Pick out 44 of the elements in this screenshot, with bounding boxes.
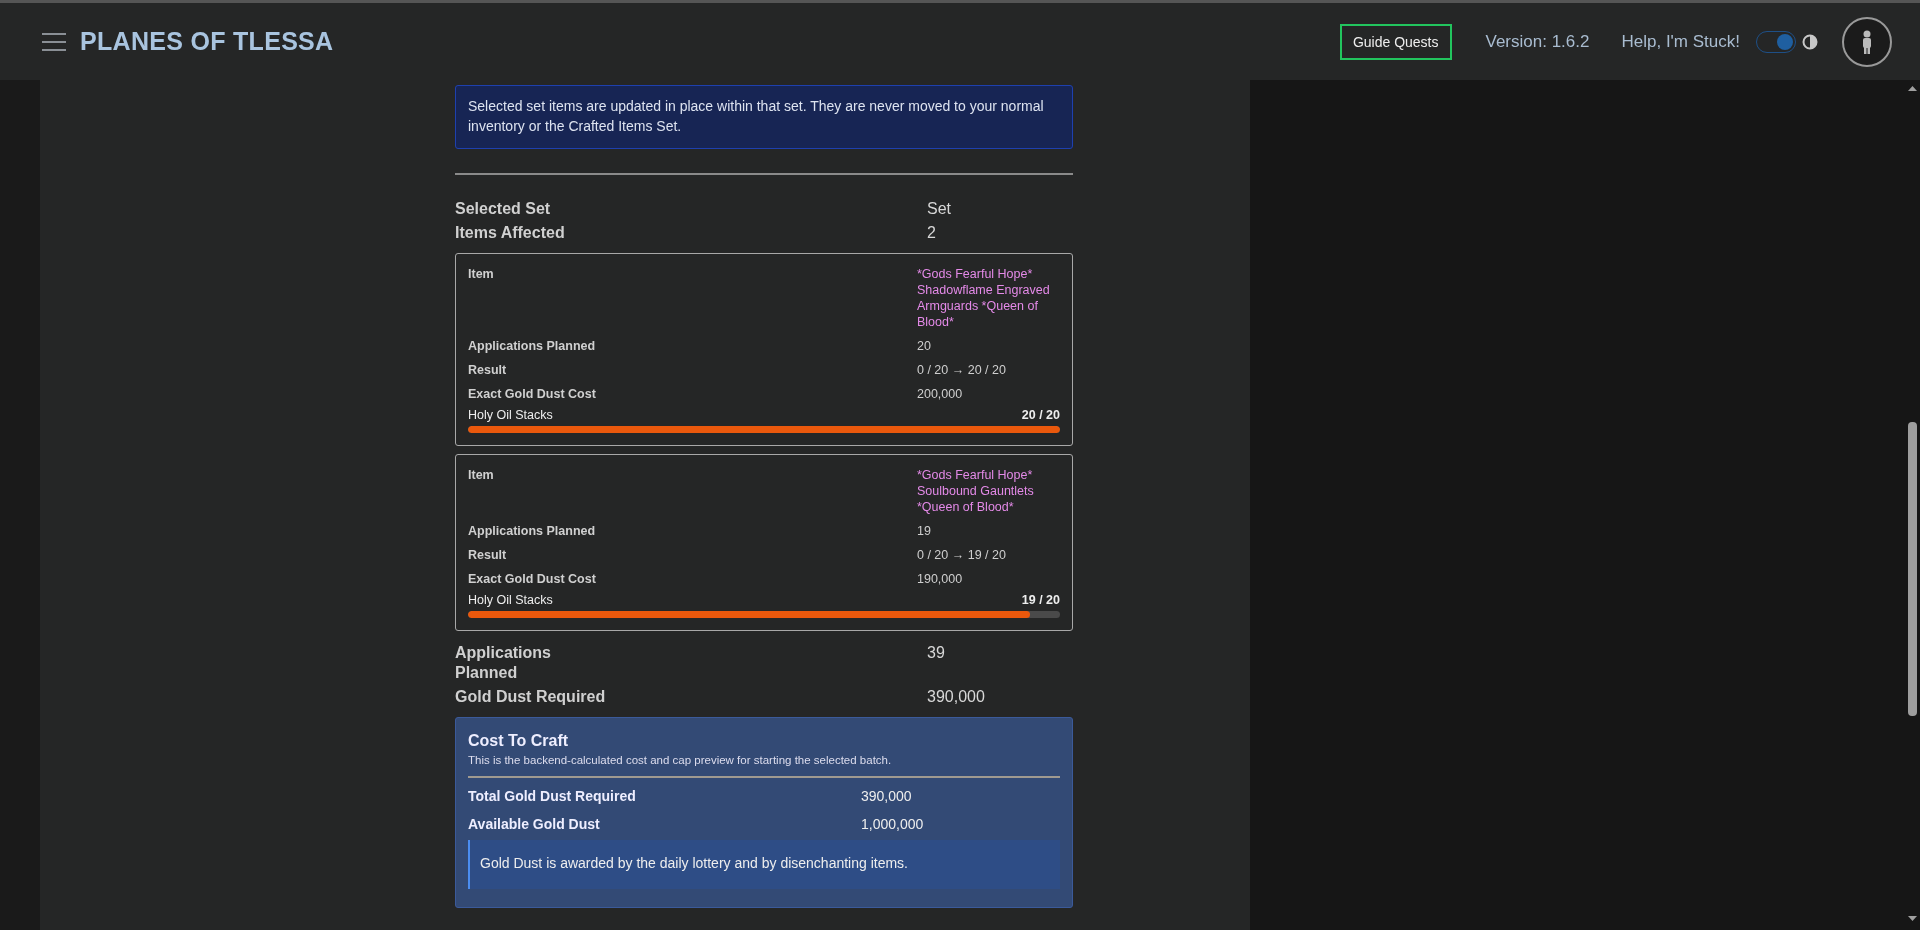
panel-subtitle: This is the backend-calculated cost and cap preview for starting the selected batch. — [468, 754, 893, 766]
person-icon — [1861, 29, 1873, 54]
meter-label: Holy Oil Stacks — [468, 408, 553, 422]
guide-quests-button[interactable]: Guide Quests — [1339, 23, 1452, 60]
field-value: 390,000 — [861, 787, 913, 806]
field-label: Item — [468, 266, 495, 283]
summary-value: 39 — [927, 643, 946, 663]
panel-title: Cost To Craft — [468, 732, 570, 750]
contrast-icon — [1802, 33, 1818, 50]
summary-label: Selected Set — [455, 199, 552, 219]
field-label: Applications Planned — [468, 338, 597, 354]
summary-value: 390,000 — [927, 687, 986, 707]
summary-label: Applications Planned — [455, 643, 552, 683]
field-label: Result — [468, 547, 508, 563]
field-label: Item — [468, 467, 495, 484]
summary-value: 2 — [927, 223, 937, 243]
field-label: Result — [468, 362, 508, 378]
summary-label: Items Affected — [455, 223, 566, 243]
field-value: 0 / 20 → 20 / 20 — [917, 362, 1007, 378]
field-value: 190,000 — [917, 571, 964, 587]
meter-reading: 20 / 20 — [1021, 408, 1060, 422]
help-link[interactable]: Help, I'm Stuck! — [1621, 31, 1740, 52]
field-value: 200,000 — [917, 386, 964, 402]
meter-reading: 19 / 20 — [1021, 593, 1060, 607]
field-value: 20 — [917, 338, 932, 354]
field-label: Applications Planned — [468, 523, 597, 539]
version-label: Version: 1.6.2 — [1485, 31, 1590, 52]
field-label: Exact Gold Dust Cost — [468, 386, 597, 402]
app-title[interactable]: PLANES OF TLESSA — [80, 27, 334, 56]
summary-label: Gold Dust Required — [455, 687, 607, 707]
field-value: 0 / 20 → 19 / 20 — [917, 547, 1007, 563]
avatar-button[interactable] — [1842, 16, 1892, 67]
summary-value: Set — [927, 199, 952, 219]
item-name: *Gods Fearful Hope* Shadowflame Engraved Armguards *Queen of Blood* — [917, 266, 1051, 330]
field-label: Available Gold Dust — [468, 815, 601, 834]
menu-icon[interactable] — [42, 32, 66, 51]
field-value: 19 — [917, 523, 932, 539]
meter-label: Holy Oil Stacks — [468, 593, 553, 607]
field-label: Total Gold Dust Required — [468, 787, 637, 806]
info-note: Gold Dust is awarded by the daily lottery and by disenchanting items. — [468, 840, 1060, 889]
field-value: 1,000,000 — [861, 815, 925, 834]
notice-message: Selected set items are updated in place within that set. They are never moved to your normal inventory or the Crafted Items Set. — [455, 85, 1073, 149]
field-label: Exact Gold Dust Cost — [468, 571, 597, 587]
item-name: *Gods Fearful Hope* Soulbound Gauntlets *Queen of Blood* — [917, 467, 1035, 515]
